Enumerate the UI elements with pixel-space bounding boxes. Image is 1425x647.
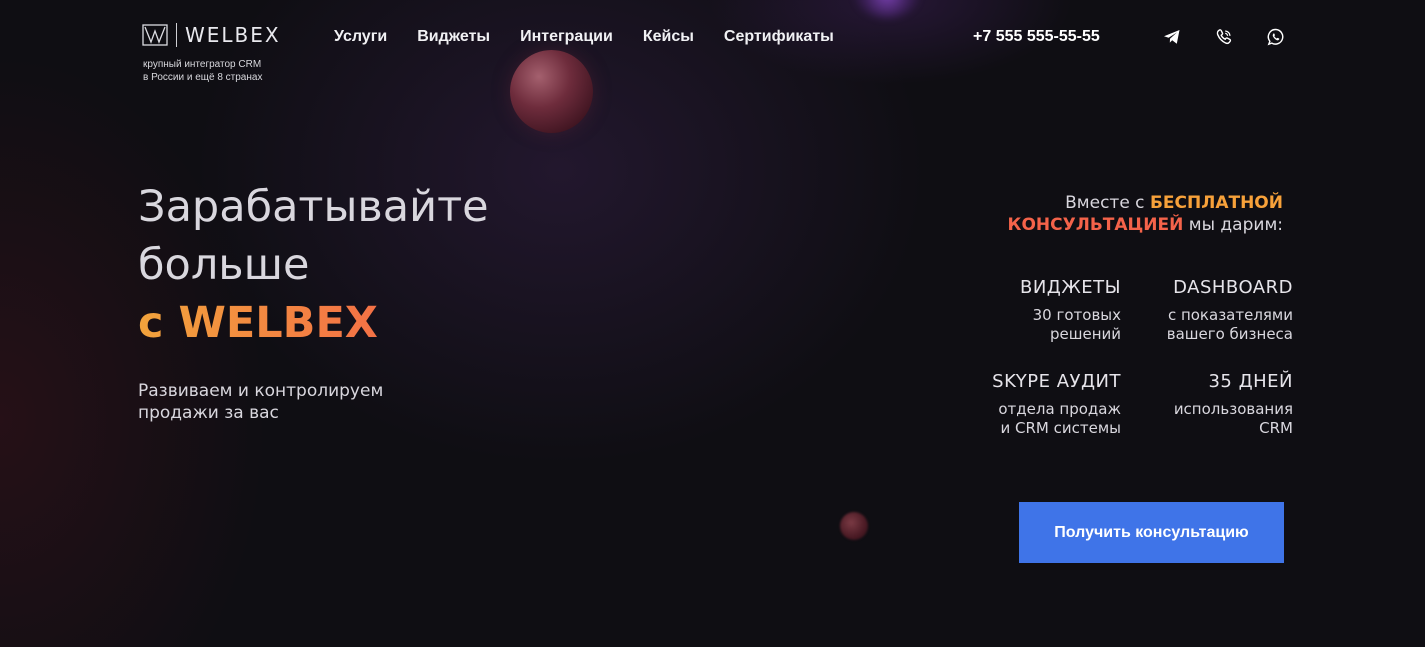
offer-highlight-consultation: КОНСУЛЬТАЦИЕЙ xyxy=(1007,215,1184,235)
offer-suffix: мы дарим: xyxy=(1183,215,1283,235)
hero-subtitle-line: продажи за вас xyxy=(138,403,279,423)
tagline: крупный интегратор CRM в России и ещё 8 … xyxy=(143,58,323,84)
feature-35-days: 35 ДНЕЙ использования CRM xyxy=(1121,370,1293,438)
feature-dashboard: DASHBOARD с показателями вашего бизнеса xyxy=(1121,276,1293,344)
offer-highlight-free: БЕСПЛАТНОЙ xyxy=(1149,193,1283,213)
hero-subtitle-line: Развиваем и контролируем xyxy=(138,381,384,401)
telegram-icon[interactable] xyxy=(1162,27,1182,47)
nav-item-services[interactable]: Услуги xyxy=(334,28,387,46)
nav-item-widgets[interactable]: Виджеты xyxy=(417,28,490,46)
viber-icon[interactable] xyxy=(1214,27,1234,47)
feature-desc-line: решений xyxy=(1049,325,1121,343)
feature-description: отдела продаж и CRM системы xyxy=(940,400,1121,438)
logo-divider xyxy=(176,23,177,47)
feature-widgets: ВИДЖЕТЫ 30 готовых решений xyxy=(940,276,1121,344)
site-header: WELBEX крупный интегратор CRM в России и… xyxy=(0,0,1425,100)
hero-title-line: Зарабатывайте xyxy=(138,182,489,232)
features-grid: ВИДЖЕТЫ 30 готовых решений DASHBOARD с п… xyxy=(940,276,1293,438)
feature-desc-line: и CRM системы xyxy=(1000,419,1122,437)
feature-title: ВИДЖЕТЫ xyxy=(1019,277,1121,298)
tagline-line: в России и ещё 8 странах xyxy=(143,72,263,83)
logo-mark-icon xyxy=(142,24,168,46)
tagline-line: крупный интегратор CRM xyxy=(143,59,262,70)
feature-desc-line: использования xyxy=(1173,400,1293,418)
logo-text: WELBEX xyxy=(185,23,281,47)
feature-desc-line: отдела продаж xyxy=(998,400,1121,418)
nav-item-cases[interactable]: Кейсы xyxy=(643,28,694,46)
feature-description: использования CRM xyxy=(1121,400,1293,438)
decorative-small-sphere xyxy=(840,512,868,540)
feature-desc-line: с показателями xyxy=(1167,306,1293,324)
logo[interactable]: WELBEX xyxy=(142,22,281,48)
feature-desc-line: 30 готовых xyxy=(1032,306,1121,324)
get-consultation-button[interactable]: Получить консультацию xyxy=(1019,502,1284,563)
nav-item-certificates[interactable]: Сертификаты xyxy=(724,28,834,46)
feature-title: SKYPE АУДИТ xyxy=(992,371,1121,392)
feature-description: с показателями вашего бизнеса xyxy=(1121,306,1293,344)
hero-title: Зарабатывайте больше с WELBEX xyxy=(138,178,489,352)
feature-desc-line: CRM xyxy=(1259,419,1293,437)
main-nav: Услуги Виджеты Интеграции Кейсы Сертифик… xyxy=(334,28,864,46)
feature-title: 35 ДНЕЙ xyxy=(1208,371,1293,392)
hero-title-accent: с WELBEX xyxy=(138,294,489,352)
phone-link[interactable]: +7 555 555-55-55 xyxy=(973,28,1100,46)
social-links xyxy=(1162,27,1286,47)
feature-skype-audit: SKYPE АУДИТ отдела продаж и CRM системы xyxy=(940,370,1121,438)
feature-desc-line: вашего бизнеса xyxy=(1166,325,1293,343)
offer-prefix: Вместе с xyxy=(1065,193,1150,213)
hero-subtitle: Развиваем и контролируем продажи за вас xyxy=(138,380,458,424)
feature-title: DASHBOARD xyxy=(1173,277,1293,298)
whatsapp-icon[interactable] xyxy=(1266,27,1286,47)
hero-title-line: больше xyxy=(138,240,310,290)
offer-heading: Вместе с БЕСПЛАТНОЙ КОНСУЛЬТАЦИЕЙ мы дар… xyxy=(963,192,1283,236)
nav-item-integrations[interactable]: Интеграции xyxy=(520,28,613,46)
feature-description: 30 готовых решений xyxy=(940,306,1121,344)
